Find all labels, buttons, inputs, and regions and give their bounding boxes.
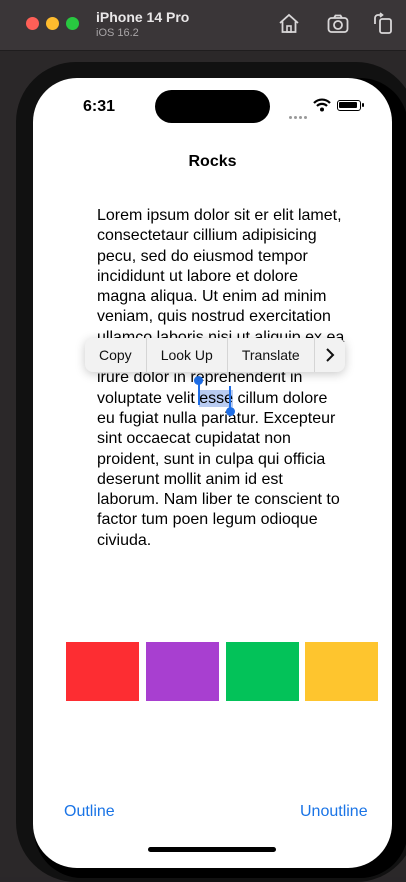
menu-item-look-up[interactable]: Look Up	[147, 338, 228, 372]
battery-icon	[337, 100, 364, 111]
selection-end-handle[interactable]	[226, 407, 235, 416]
swatch-purple[interactable]	[146, 642, 219, 701]
edit-context-menu: Copy Look Up Translate	[85, 338, 345, 372]
zoom-window-button[interactable]	[66, 17, 79, 30]
app-screen: 6:31 Rocks Lorem ipsum dolor sit er elit…	[33, 78, 392, 868]
rotate-icon[interactable]	[371, 12, 395, 36]
device-name: iPhone 14 Pro	[96, 9, 190, 25]
minimize-window-button[interactable]	[46, 17, 59, 30]
wifi-icon	[313, 98, 331, 112]
signal-dots-icon	[289, 106, 309, 124]
home-icon[interactable]	[277, 12, 301, 36]
menu-item-translate[interactable]: Translate	[228, 338, 315, 372]
page-title: Rocks	[188, 153, 237, 170]
home-indicator[interactable]	[148, 847, 276, 852]
text-before-selection: Lorem ipsum dolor sit er elit lamet, con…	[97, 207, 344, 407]
simulator-titlebar: iPhone 14 Pro iOS 16.2	[0, 0, 406, 51]
swatch-red[interactable]	[66, 642, 139, 701]
text-after-selection: cillum dolore eu fugiat nulla pariatur. …	[97, 389, 340, 549]
outline-button[interactable]: Outline	[64, 803, 115, 821]
body-text[interactable]: Lorem ipsum dolor sit er elit lamet, con…	[97, 206, 347, 551]
screenshot-icon[interactable]	[326, 12, 350, 36]
selection-start-bar	[198, 382, 200, 405]
close-window-button[interactable]	[26, 17, 39, 30]
chevron-right-icon[interactable]	[315, 338, 345, 372]
unoutline-button[interactable]: Unoutline	[300, 803, 368, 821]
swatch-green[interactable]	[226, 642, 299, 701]
menu-item-copy[interactable]: Copy	[85, 338, 147, 372]
dynamic-island	[155, 90, 270, 123]
swatch-yellow[interactable]	[305, 642, 378, 701]
status-time: 6:31	[83, 98, 116, 115]
selected-text[interactable]: esse	[199, 389, 234, 407]
os-version: iOS 16.2	[96, 27, 139, 39]
